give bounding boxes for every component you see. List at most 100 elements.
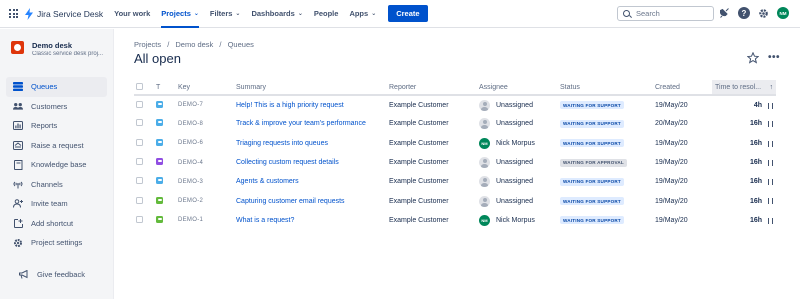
row-select-cell[interactable] — [134, 95, 156, 114]
issue-summary-link[interactable]: Capturing customer email requests — [236, 191, 389, 210]
notifications-icon[interactable] — [719, 7, 731, 19]
column-header-created[interactable]: Created — [655, 80, 712, 96]
knowledge-base-icon — [13, 159, 23, 170]
issue-summary-link[interactable]: Collecting custom request details — [236, 153, 389, 172]
table-row[interactable]: DEMO-8 Track & improve your team's perfor… — [134, 114, 776, 133]
product-logo[interactable]: Jira Service Desk — [24, 7, 103, 20]
channels-icon — [13, 179, 23, 189]
issue-key[interactable]: DEMO-8 — [178, 114, 236, 133]
table-row[interactable]: DEMO-1 What is a request? Example Customer… — [134, 211, 776, 230]
breadcrumb-queues[interactable]: Queues — [228, 40, 254, 49]
row-checkbox[interactable] — [136, 196, 143, 204]
row-select-cell[interactable] — [134, 153, 156, 172]
sidebar-item-add-shortcut[interactable]: Add shortcut — [6, 214, 107, 234]
more-actions-icon[interactable]: ••• — [768, 52, 780, 63]
sidebar-item-channels[interactable]: Channels — [6, 175, 107, 195]
help-icon[interactable]: ? — [738, 7, 750, 19]
row-select-cell[interactable] — [134, 114, 156, 133]
reporter: Example Customer — [389, 120, 449, 128]
column-header-assignee[interactable]: Assignee — [479, 80, 560, 96]
column-header-time-to-resolution[interactable]: Time to resol... ↑ — [712, 80, 776, 96]
column-header-summary[interactable]: Summary — [236, 80, 389, 96]
sidebar-item-knowledge-base[interactable]: Knowledge base — [6, 155, 107, 175]
issue-key[interactable]: DEMO-4 — [178, 153, 236, 172]
paused-icon — [768, 159, 773, 166]
row-checkbox[interactable] — [136, 177, 143, 185]
reporter: Example Customer — [389, 159, 449, 167]
row-select-cell[interactable] — [134, 191, 156, 210]
sidebar-item-queues[interactable]: Queues — [6, 77, 107, 97]
issue-key[interactable]: DEMO-6 — [178, 134, 236, 153]
sidebar-item-project-settings[interactable]: Project settings — [6, 233, 107, 253]
reporter: Example Customer — [389, 216, 449, 224]
select-all-checkbox[interactable] — [136, 82, 143, 90]
row-checkbox[interactable] — [136, 119, 143, 127]
create-button[interactable]: Create — [388, 5, 428, 22]
time-to-resolution-cell: 16h — [712, 134, 776, 153]
assignee-name: Nick Morpus — [496, 216, 535, 224]
row-select-cell[interactable] — [134, 211, 156, 230]
table-row[interactable]: DEMO-7 Help! This is a high priority requ… — [134, 95, 776, 114]
nav-projects[interactable]: Projects ⌄ — [161, 0, 199, 28]
chevron-down-icon: ⌄ — [297, 11, 303, 17]
column-header-type[interactable]: T — [156, 80, 178, 96]
sidebar-item-raise-a-request[interactable]: Raise a request — [6, 136, 107, 156]
chevron-down-icon: ⌄ — [193, 11, 199, 17]
time-to-resolution-value: 16h — [749, 120, 762, 128]
nav-filters[interactable]: Filters ⌄ — [210, 0, 241, 28]
column-header-status[interactable]: Status — [560, 80, 655, 96]
unassigned-avatar-icon — [479, 195, 490, 207]
issue-summary-link[interactable]: Triaging requests into queues — [236, 134, 389, 153]
row-select-cell[interactable] — [134, 134, 156, 153]
table-row[interactable]: DEMO-4 Collecting custom request details E… — [134, 153, 776, 172]
row-select-cell[interactable] — [134, 172, 156, 191]
star-icon[interactable] — [747, 52, 759, 64]
sort-ascending-icon: ↑ — [769, 83, 774, 91]
issue-key[interactable]: DEMO-2 — [178, 191, 236, 210]
status-cell: WAITING FOR SUPPORT — [560, 114, 655, 133]
give-feedback-link[interactable]: Give feedback — [12, 265, 85, 285]
row-checkbox[interactable] — [136, 158, 143, 166]
issue-key[interactable]: DEMO-7 — [178, 95, 236, 114]
issue-key[interactable]: DEMO-3 — [178, 172, 236, 191]
issue-summary-link[interactable]: Track & improve your team's performance — [236, 114, 389, 133]
app-switcher-icon[interactable] — [9, 9, 18, 18]
issue-summary-link[interactable]: Agents & customers — [236, 172, 389, 191]
column-header-reporter[interactable]: Reporter — [389, 80, 479, 96]
page-title: All open — [134, 51, 181, 66]
issue-key[interactable]: DEMO-1 — [178, 211, 236, 230]
project-type: Classic service desk proj... — [32, 51, 104, 57]
assignee-cell: Unassigned — [479, 153, 560, 172]
table-row[interactable]: DEMO-6 Triaging requests into queues Examp… — [134, 134, 776, 153]
issue-summary-link[interactable]: What is a request? — [236, 211, 389, 230]
sidebar-item-reports[interactable]: Reports — [6, 116, 107, 136]
nav-apps[interactable]: Apps ⌄ — [349, 0, 376, 28]
nav-your-work[interactable]: Your work — [114, 0, 150, 28]
time-to-resolution-cell: 16h — [712, 191, 776, 210]
profile-avatar[interactable]: NM — [777, 7, 789, 19]
project-header[interactable]: Demo desk Classic service desk proj... — [11, 41, 113, 57]
breadcrumb-demo-desk[interactable]: Demo desk — [175, 40, 213, 49]
unassigned-avatar-icon — [479, 176, 490, 188]
column-header-key[interactable]: Key — [178, 80, 236, 96]
assignee-name: Nick Morpus — [496, 139, 535, 147]
sidebar-item-invite-team[interactable]: Invite team — [6, 194, 107, 214]
paused-icon — [768, 140, 773, 147]
row-checkbox[interactable] — [136, 215, 143, 223]
search-input[interactable]: Search — [617, 6, 714, 21]
type-cell — [156, 191, 178, 210]
issue-summary-link[interactable]: Help! This is a high priority request — [236, 95, 389, 114]
created-date: 19/May/20 — [655, 197, 688, 205]
jira-service-desk-logo-icon — [25, 7, 33, 20]
select-all-header[interactable] — [134, 80, 156, 96]
table-row[interactable]: DEMO-2 Capturing customer email requests E… — [134, 191, 776, 210]
type-cell — [156, 172, 178, 191]
nav-dashboards[interactable]: Dashboards ⌄ — [251, 0, 302, 28]
table-row[interactable]: DEMO-3 Agents & customers Example Customer… — [134, 172, 776, 191]
sidebar-item-customers[interactable]: Customers — [6, 97, 107, 117]
settings-icon[interactable] — [757, 7, 769, 19]
row-checkbox[interactable] — [136, 138, 143, 146]
breadcrumb-projects[interactable]: Projects — [134, 40, 161, 49]
nav-people[interactable]: People — [314, 0, 339, 28]
row-checkbox[interactable] — [136, 100, 143, 108]
